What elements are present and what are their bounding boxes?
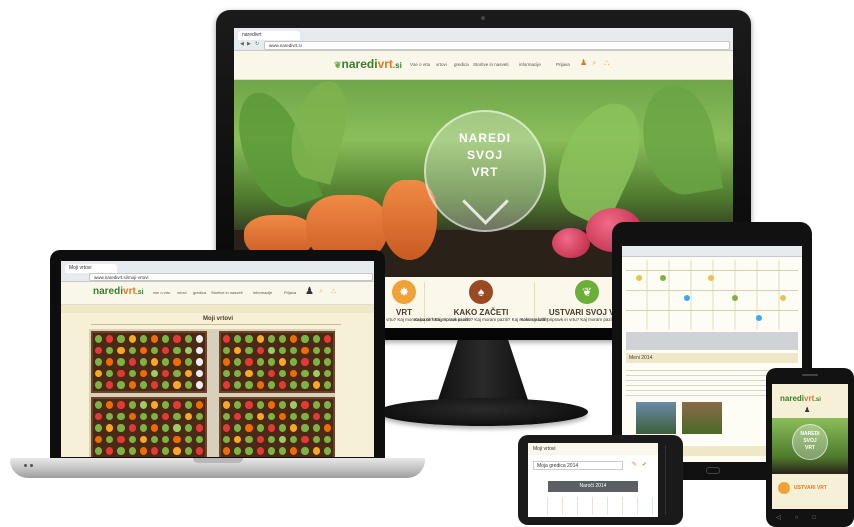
phone-header: Moji vrtovi bbox=[528, 443, 658, 455]
indicator-light bbox=[30, 464, 33, 467]
seedling-icon: ❦ bbox=[575, 280, 599, 304]
user-icon[interactable]: ♟ bbox=[804, 406, 810, 414]
phone-landscape: Moji vrtovi Moja gredica 2014 ✎ ✔ Naroči… bbox=[518, 435, 683, 525]
grey-band bbox=[626, 332, 798, 350]
forward-icon[interactable]: ▶ bbox=[247, 42, 252, 47]
hero-banner: NAREDI SVOJ VRT bbox=[772, 418, 848, 474]
spade-icon: ♠ bbox=[469, 280, 493, 304]
nav-item-prijava[interactable]: Prijava bbox=[284, 290, 296, 295]
user-icon[interactable]: ♟ bbox=[580, 58, 587, 67]
browser-chrome bbox=[622, 246, 802, 257]
basket-icon[interactable]: ⛬ bbox=[331, 288, 336, 296]
nav-item-gredica[interactable]: gredica bbox=[193, 290, 206, 295]
home-button[interactable] bbox=[706, 467, 720, 474]
check-icon[interactable]: ✔ bbox=[642, 461, 647, 468]
site-logo[interactable]: naredivrt.si bbox=[780, 394, 821, 403]
order-button[interactable]: Naroči 2014 bbox=[548, 481, 638, 492]
hero-cta-badge[interactable]: NAREDI SVOJ VRT bbox=[424, 110, 546, 232]
nav-item-prijava[interactable]: Prijava bbox=[556, 62, 570, 67]
phone-side-bar bbox=[665, 445, 676, 515]
planner-table[interactable] bbox=[626, 260, 798, 330]
page-title: Moji vrtovi bbox=[203, 316, 234, 322]
indicator-light bbox=[24, 464, 27, 467]
photo-thumbnail[interactable] bbox=[682, 402, 722, 434]
garden-bed-grid[interactable] bbox=[91, 331, 207, 393]
photo-thumbnail[interactable] bbox=[636, 402, 676, 434]
nav-item-vrtovi[interactable]: vrtovi bbox=[177, 290, 187, 295]
speaker-grille bbox=[802, 374, 818, 376]
back-icon[interactable]: ◀ bbox=[240, 42, 245, 47]
nav-item-storitve[interactable]: Storitve in nasveti bbox=[473, 62, 509, 67]
browser-chrome: Moji vrtovi www.naredivrt.si/moji-vrtovi bbox=[61, 261, 374, 282]
phone-nav-keys[interactable]: ◁○□ bbox=[776, 514, 844, 522]
garden-name-field[interactable]: Moja gredica 2014 bbox=[533, 461, 623, 470]
sun-icon bbox=[778, 482, 790, 494]
garden-bed-grid[interactable] bbox=[91, 397, 207, 457]
hero-cta-badge[interactable]: NAREDI SVOJ VRT bbox=[792, 424, 828, 460]
address-bar[interactable]: www.naredivrt.si bbox=[264, 41, 730, 50]
radish-image bbox=[552, 228, 590, 258]
phone-screen: naredivrt.si ♟ NAREDI SVOJ VRT USTVARI V… bbox=[772, 384, 848, 509]
site-logo[interactable]: ❦naredivrt.si bbox=[334, 57, 402, 71]
phone-portrait: naredivrt.si ♟ NAREDI SVOJ VRT USTVARI V… bbox=[766, 368, 854, 527]
laptop-notch bbox=[193, 458, 243, 463]
phone-screen: Moji vrtovi Moja gredica 2014 ✎ ✔ Naroči… bbox=[528, 443, 658, 517]
nav-item-vse-o-vrtu[interactable]: vse o vrtu bbox=[153, 290, 170, 295]
nav-item-vse-o-vrtu[interactable]: Vse o vrtu bbox=[410, 62, 430, 67]
divider bbox=[91, 324, 341, 325]
leaf-decoration bbox=[541, 90, 657, 230]
webcam-dot bbox=[481, 16, 485, 20]
laptop: Moji vrtovi www.naredivrt.si/moji-vrtovi… bbox=[50, 250, 385, 462]
site-header: ❦naredivrt.si Vse o vrtu vrtovi gredica … bbox=[234, 51, 733, 80]
search-icon[interactable]: ⌕ bbox=[592, 58, 596, 68]
basket-icon[interactable]: ⛬ bbox=[604, 58, 610, 68]
leaf-icon: ❦ bbox=[334, 60, 342, 70]
sub-navigation bbox=[61, 305, 374, 313]
laptop-base bbox=[10, 458, 425, 478]
site-header: naredivrt.si vse o vrtu vrtovi gredica S… bbox=[61, 282, 374, 305]
nav-item-gredica[interactable]: gredica bbox=[454, 62, 469, 67]
browser-tab[interactable]: naredivrt bbox=[238, 31, 300, 40]
garden-bed-grid[interactable] bbox=[219, 397, 335, 457]
nav-item-informacije[interactable]: informacije bbox=[253, 290, 272, 295]
browser-chrome: naredivrt ◀ ▶ ↻ www.naredivrt.si bbox=[234, 28, 733, 51]
nav-item-vrtovi[interactable]: vrtovi bbox=[436, 62, 447, 67]
chevron-down-icon bbox=[461, 178, 509, 225]
garden-bed-grid[interactable] bbox=[219, 331, 335, 393]
nav-item-storitve[interactable]: Storitve in nasveti bbox=[211, 290, 243, 295]
table-strip bbox=[533, 497, 653, 515]
monitor-stand-base bbox=[378, 398, 588, 426]
nav-item-informacije[interactable]: informacije bbox=[519, 62, 541, 67]
edit-icon[interactable]: ✎ bbox=[632, 461, 637, 468]
address-bar[interactable]: www.naredivrt.si/moji-vrtovi bbox=[89, 273, 373, 281]
monitor-stand-neck bbox=[438, 340, 528, 400]
feature-label[interactable]: USTVARI VRT bbox=[794, 485, 827, 491]
site-logo[interactable]: naredivrt.si bbox=[93, 286, 144, 297]
laptop-screen: Moji vrtovi www.naredivrt.si/moji-vrtovi… bbox=[61, 261, 374, 457]
section-title: Meni 2014 bbox=[626, 353, 798, 363]
leaf-decoration bbox=[634, 80, 724, 201]
search-icon[interactable]: ⌕ bbox=[319, 288, 323, 296]
browser-tab[interactable]: Moji vrtovi bbox=[65, 264, 117, 273]
user-icon[interactable]: ♟ bbox=[305, 286, 314, 297]
reload-icon[interactable]: ↻ bbox=[255, 42, 260, 47]
